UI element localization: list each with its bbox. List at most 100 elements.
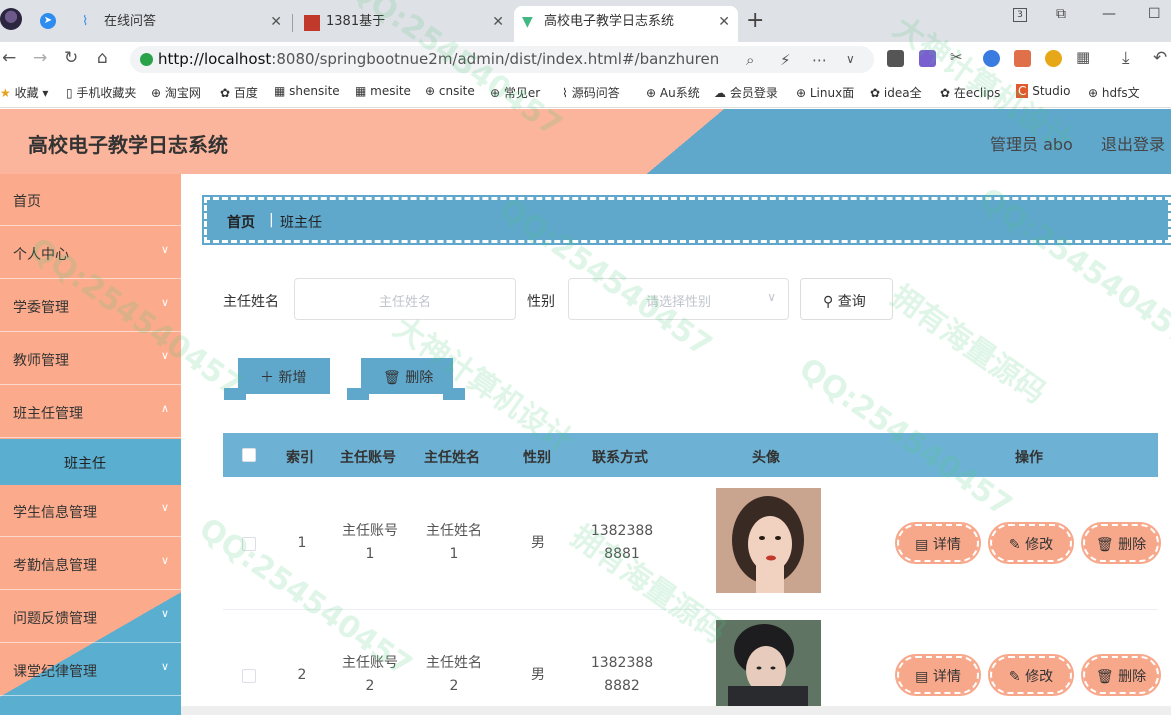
- plus-icon: ＋: [260, 370, 274, 386]
- bookmark-item[interactable]: ⊕ hdfs文: [1088, 84, 1140, 101]
- bookmark-item[interactable]: ⊕ Linux面: [796, 84, 854, 101]
- close-icon[interactable]: ✕: [718, 6, 730, 38]
- star-icon: ★: [0, 86, 11, 100]
- avatar: [716, 620, 821, 706]
- query-button[interactable]: ⚲ 查询: [800, 278, 893, 320]
- forward-icon[interactable]: →: [33, 48, 47, 68]
- search-ext-icon[interactable]: [983, 50, 1000, 67]
- sidebar-item-study-committee[interactable]: 学委管理 ∨: [0, 280, 181, 332]
- more-icon[interactable]: ⋯: [812, 51, 827, 69]
- row-checkbox[interactable]: [242, 537, 256, 551]
- sidebar-item-home[interactable]: 首页: [0, 174, 181, 226]
- detail-button[interactable]: ▤ 详情: [895, 654, 981, 696]
- zoom-icon[interactable]: ⌕: [746, 51, 754, 69]
- sidebar-item-label: 班主任管理: [13, 406, 83, 422]
- bookmark-item[interactable]: ▦ shensite: [274, 84, 340, 98]
- restore-icon[interactable]: ⧉: [1056, 6, 1066, 22]
- bookmark-item[interactable]: ☁ 会员登录: [714, 84, 778, 101]
- sidebar-item-attendance[interactable]: 考勤信息管理 ∨: [0, 538, 181, 590]
- tab-1[interactable]: ⌇ 在线问答 ✕: [74, 6, 290, 42]
- breadcrumb: 首页 | 班主任: [202, 195, 1171, 245]
- search-icon: ⚲: [823, 294, 834, 310]
- vue-logo-icon: ▼: [522, 14, 533, 30]
- column-index: 索引: [286, 450, 314, 466]
- detail-button[interactable]: ▤ 详情: [895, 522, 981, 564]
- gender-label: 性别: [527, 294, 555, 310]
- select-all-checkbox[interactable]: [242, 448, 256, 462]
- row-checkbox[interactable]: [242, 669, 256, 683]
- breadcrumb-separator: |: [269, 212, 274, 228]
- site-favicon-icon: [304, 15, 320, 31]
- chevron-down-icon: ∨: [160, 607, 169, 620]
- bookmark-item[interactable]: ✿ idea全: [870, 84, 922, 101]
- sidebar-subitem-head-teacher[interactable]: 班主任: [0, 439, 181, 485]
- bookmark-item[interactable]: ⌇ 源码问答: [562, 84, 620, 101]
- undo-icon[interactable]: ↶: [1153, 48, 1167, 68]
- translate-icon[interactable]: [919, 50, 936, 67]
- column-gender: 性别: [523, 450, 551, 466]
- gender-select-placeholder: 请选择性别: [645, 295, 711, 310]
- delete-button[interactable]: 🗑 删除: [1081, 654, 1161, 696]
- new-tab-icon[interactable]: +: [746, 8, 764, 33]
- shield-icon[interactable]: [1045, 50, 1062, 67]
- chevron-up-icon: ∧: [160, 402, 169, 415]
- sidebar-item-students[interactable]: 学生信息管理 ∨: [0, 485, 181, 537]
- chevron-down-icon[interactable]: ∨: [846, 52, 855, 66]
- batch-delete-button[interactable]: 🗑 删除: [347, 358, 465, 400]
- tab-2[interactable]: 1381基于nodejs+vue+mysql ✕: [296, 6, 512, 61]
- reload-icon[interactable]: ↻: [64, 48, 78, 68]
- gender-select[interactable]: 请选择性别 ∨: [568, 278, 789, 320]
- apps-grid-icon[interactable]: ▦: [1076, 48, 1090, 66]
- bookmark-item[interactable]: ⊕ cnsite: [425, 84, 475, 98]
- close-icon[interactable]: ✕: [492, 6, 504, 38]
- sidebar-item-head-teacher[interactable]: 班主任管理 ∧: [0, 386, 181, 438]
- breadcrumb-home[interactable]: 首页: [227, 212, 255, 232]
- telegram-icon[interactable]: ➤: [40, 13, 56, 29]
- admin-user-label: 管理员 abo: [990, 135, 1073, 154]
- close-icon[interactable]: ✕: [270, 6, 282, 38]
- minimize-icon[interactable]: —: [1102, 6, 1116, 22]
- bookmark-item[interactable]: ⊕ 常见er: [490, 84, 540, 101]
- profile-avatar[interactable]: [0, 8, 22, 30]
- secure-icon: [140, 53, 153, 66]
- add-button[interactable]: ＋ 新增: [224, 358, 330, 400]
- bookmark-star[interactable]: ★ 收藏 ▾: [0, 84, 48, 101]
- row-divider: [223, 609, 1158, 610]
- edit-button[interactable]: ✎ 修改: [988, 654, 1074, 696]
- delete-button[interactable]: 🗑 删除: [1081, 522, 1161, 564]
- name-search-input[interactable]: 主任姓名: [294, 278, 516, 320]
- edit-button[interactable]: ✎ 修改: [988, 522, 1074, 564]
- scissors-icon[interactable]: ✂: [950, 48, 963, 66]
- tab-3-active[interactable]: ▼ 高校电子教学日志系统 ✕: [514, 6, 738, 42]
- sidebar-item-teachers[interactable]: 教师管理 ∨: [0, 333, 181, 385]
- extension-icon[interactable]: [887, 50, 904, 67]
- bookmark-item[interactable]: C Studio: [1016, 84, 1070, 98]
- url-field[interactable]: http://localhost:8080/springbootnue2m/ad…: [130, 46, 874, 73]
- bookmark-item[interactable]: ⊕ Au系统: [646, 84, 700, 101]
- bookmark-item[interactable]: ▯ 手机收藏夹: [66, 84, 136, 101]
- sidebar-item-profile[interactable]: 个人中心 ∨: [0, 227, 181, 279]
- bookmark-item[interactable]: ▦ mesite: [355, 84, 411, 98]
- home-icon[interactable]: ⌂: [97, 48, 108, 68]
- download-icon[interactable]: ⤓: [1122, 48, 1130, 68]
- sidebar-item-discipline[interactable]: 课堂纪律管理 ∨: [0, 644, 181, 696]
- document-icon: ▤: [915, 669, 929, 685]
- bookmark-item[interactable]: ✿ 在eclips: [940, 84, 1000, 101]
- window-box-icon[interactable]: ☐: [1148, 6, 1161, 22]
- tab-1-label: 在线问答: [104, 14, 157, 29]
- sidebar-item-label: 学生信息管理: [13, 505, 97, 521]
- tab-3-label: 高校电子教学日志系统: [544, 14, 675, 29]
- button-decor: [347, 388, 369, 400]
- tab-count-badge[interactable]: 3: [1013, 8, 1027, 22]
- bookmark-item[interactable]: ✿ 百度: [220, 84, 258, 101]
- bookmark-item[interactable]: ⊕ 淘宝网: [151, 84, 201, 101]
- sidebar-item-feedback[interactable]: 问题反馈管理 ∨: [0, 591, 181, 643]
- address-bar-row: ← → ↻ ⌂ http://localhost:8080/springboot…: [0, 42, 1171, 76]
- game-icon[interactable]: [1014, 50, 1031, 67]
- chevron-down-icon: ∨: [160, 296, 169, 309]
- chevron-down-icon: ∨: [160, 554, 169, 567]
- logout-button[interactable]: 退出登录: [1101, 131, 1165, 155]
- watermark-text: 拥有海量源码: [884, 278, 1052, 411]
- lightning-icon[interactable]: ⚡: [780, 51, 791, 69]
- back-icon[interactable]: ←: [2, 48, 16, 68]
